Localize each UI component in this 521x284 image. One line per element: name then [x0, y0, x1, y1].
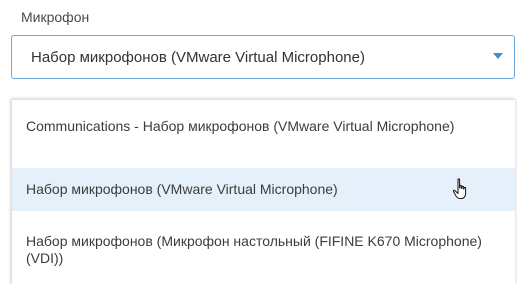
- option-label: Набор микрофонов (Микрофон настольный (F…: [26, 233, 482, 266]
- microphone-dropdown-list: Communications - Набор микрофонов (VMwar…: [11, 99, 515, 284]
- dropdown-option-communications[interactable]: Communications - Набор микрофонов (VMwar…: [12, 118, 515, 164]
- hand-pointer-icon: [452, 178, 467, 199]
- chevron-down-icon[interactable]: [493, 53, 503, 59]
- microphone-label: Микрофон: [21, 9, 90, 25]
- dropdown-option-fifine-k670[interactable]: Набор микрофонов (Микрофон настольный (F…: [12, 233, 515, 279]
- dropdown-option-vmware-virtual[interactable]: Набор микрофонов (VMware Virtual Microph…: [12, 168, 515, 211]
- option-label: Набор микрофонов (VMware Virtual Microph…: [26, 181, 338, 197]
- option-label: Communications - Набор микрофонов (VMwar…: [26, 118, 455, 134]
- microphone-select[interactable]: Набор микрофонов (VMware Virtual Microph…: [11, 35, 515, 79]
- microphone-select-value: Набор микрофонов (VMware Virtual Microph…: [31, 49, 365, 66]
